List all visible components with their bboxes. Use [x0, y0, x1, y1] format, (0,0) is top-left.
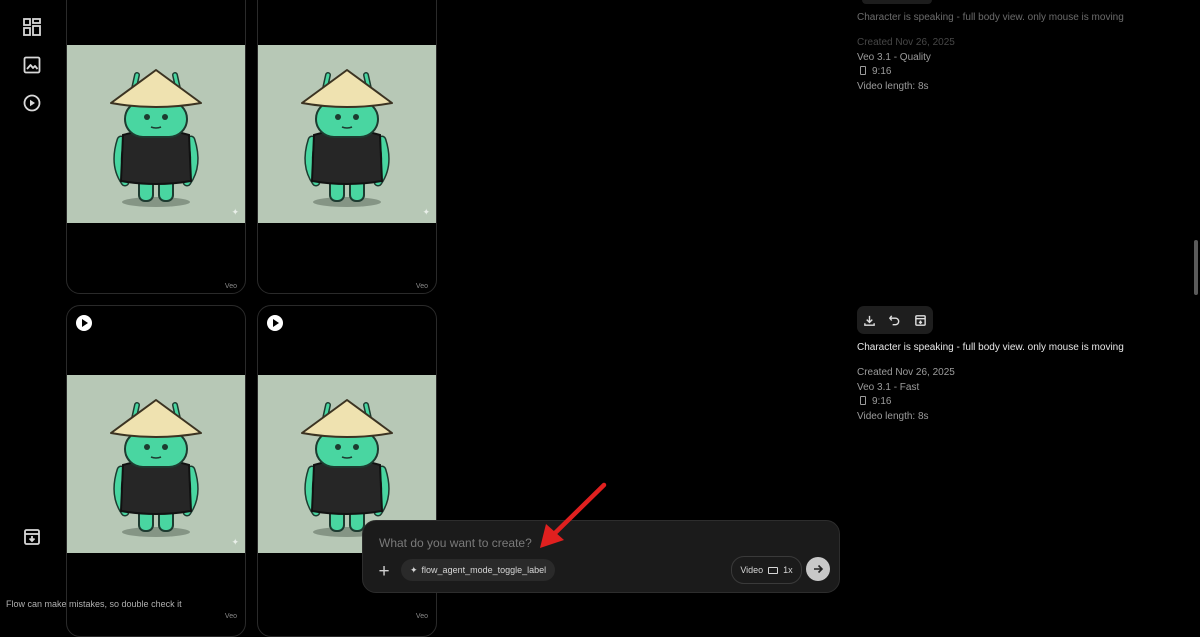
output-settings-button[interactable]: Video 1x [731, 556, 802, 584]
play-button[interactable] [267, 315, 283, 331]
veo-watermark: Veo [415, 283, 428, 290]
generation-info-current: Character is speaking - full body view. … [857, 342, 1177, 353]
image-icon[interactable] [20, 53, 44, 77]
created-date: Created Nov 26, 2025 [857, 367, 955, 378]
video-length: Video length: 8s [857, 410, 929, 422]
save-to-collection-icon[interactable] [911, 311, 929, 329]
video-card[interactable]: ✦ Veo [66, 0, 246, 294]
created-date: Created Nov 26, 2025 [857, 37, 955, 48]
agent-mode-toggle[interactable]: ✦ flow_agent_mode_toggle_label [401, 559, 556, 581]
download-icon[interactable] [861, 311, 879, 329]
sparkle-icon: ✦ [422, 207, 430, 217]
video-card[interactable]: ✦ Veo [257, 0, 437, 294]
landscape-ratio-icon [768, 566, 779, 574]
send-button[interactable] [806, 557, 830, 581]
sparkle-icon: ✦ [231, 207, 239, 217]
portrait-icon [860, 66, 866, 75]
video-thumbnail[interactable]: ✦ [258, 45, 436, 223]
aspect-ratio-value: 9:16 [872, 396, 892, 407]
undo-icon[interactable] [886, 311, 904, 329]
generation-info-previous: Character is speaking - full body view. … [857, 12, 1177, 23]
aspect-ratio: 9:16 [857, 395, 1177, 410]
mode-label: Video [740, 565, 764, 575]
character-illustration [110, 69, 202, 207]
video-actions-toolbar [857, 306, 933, 334]
generation-meta-current: Created Nov 26, 2025 Veo 3.1 - Fast 9:16… [857, 366, 1177, 424]
download-box-icon[interactable] [20, 525, 44, 549]
portrait-icon [860, 396, 866, 405]
left-rail [0, 0, 64, 617]
character-illustration [110, 399, 202, 537]
veo-watermark: Veo [224, 283, 237, 290]
model-label: Veo 3.1 - Fast [857, 381, 920, 393]
sparkle-icon: ✦ [231, 537, 239, 547]
aspect-ratio: 9:16 [857, 65, 1177, 80]
character-illustration [301, 69, 393, 207]
grid-icon[interactable] [20, 15, 44, 39]
video-card[interactable]: ✦ Veo [66, 305, 246, 637]
play-circle-icon[interactable] [20, 91, 44, 115]
arrow-right-icon [814, 564, 824, 574]
video-thumbnail[interactable]: ✦ [67, 375, 245, 553]
prompt-text: Character is speaking - full body view. … [857, 342, 1124, 353]
model-label: Veo 3.1 - Quality [857, 51, 931, 63]
aspect-ratio-value: 9:16 [872, 66, 892, 77]
agent-mode-label: flow_agent_mode_toggle_label [421, 565, 547, 575]
prompt-text: Character is speaking - full body view. … [857, 12, 1124, 23]
annotation-arrow-icon [540, 482, 607, 548]
play-button[interactable] [76, 315, 92, 331]
sparkle-icon: ✦ [410, 564, 418, 575]
generation-meta-previous: Created Nov 26, 2025 Veo 3.1 - Quality 9… [857, 36, 1177, 94]
video-thumbnail[interactable]: ✦ [67, 45, 245, 223]
video-length: Video length: 8s [857, 80, 929, 92]
add-media-button[interactable]: + [375, 562, 393, 581]
scrollbar-thumb[interactable] [1194, 240, 1198, 295]
top-toolbar-edge [862, 0, 932, 4]
count-label: 1x [783, 565, 793, 575]
disclaimer-text: Flow can make mistakes, so double check … [6, 599, 182, 609]
